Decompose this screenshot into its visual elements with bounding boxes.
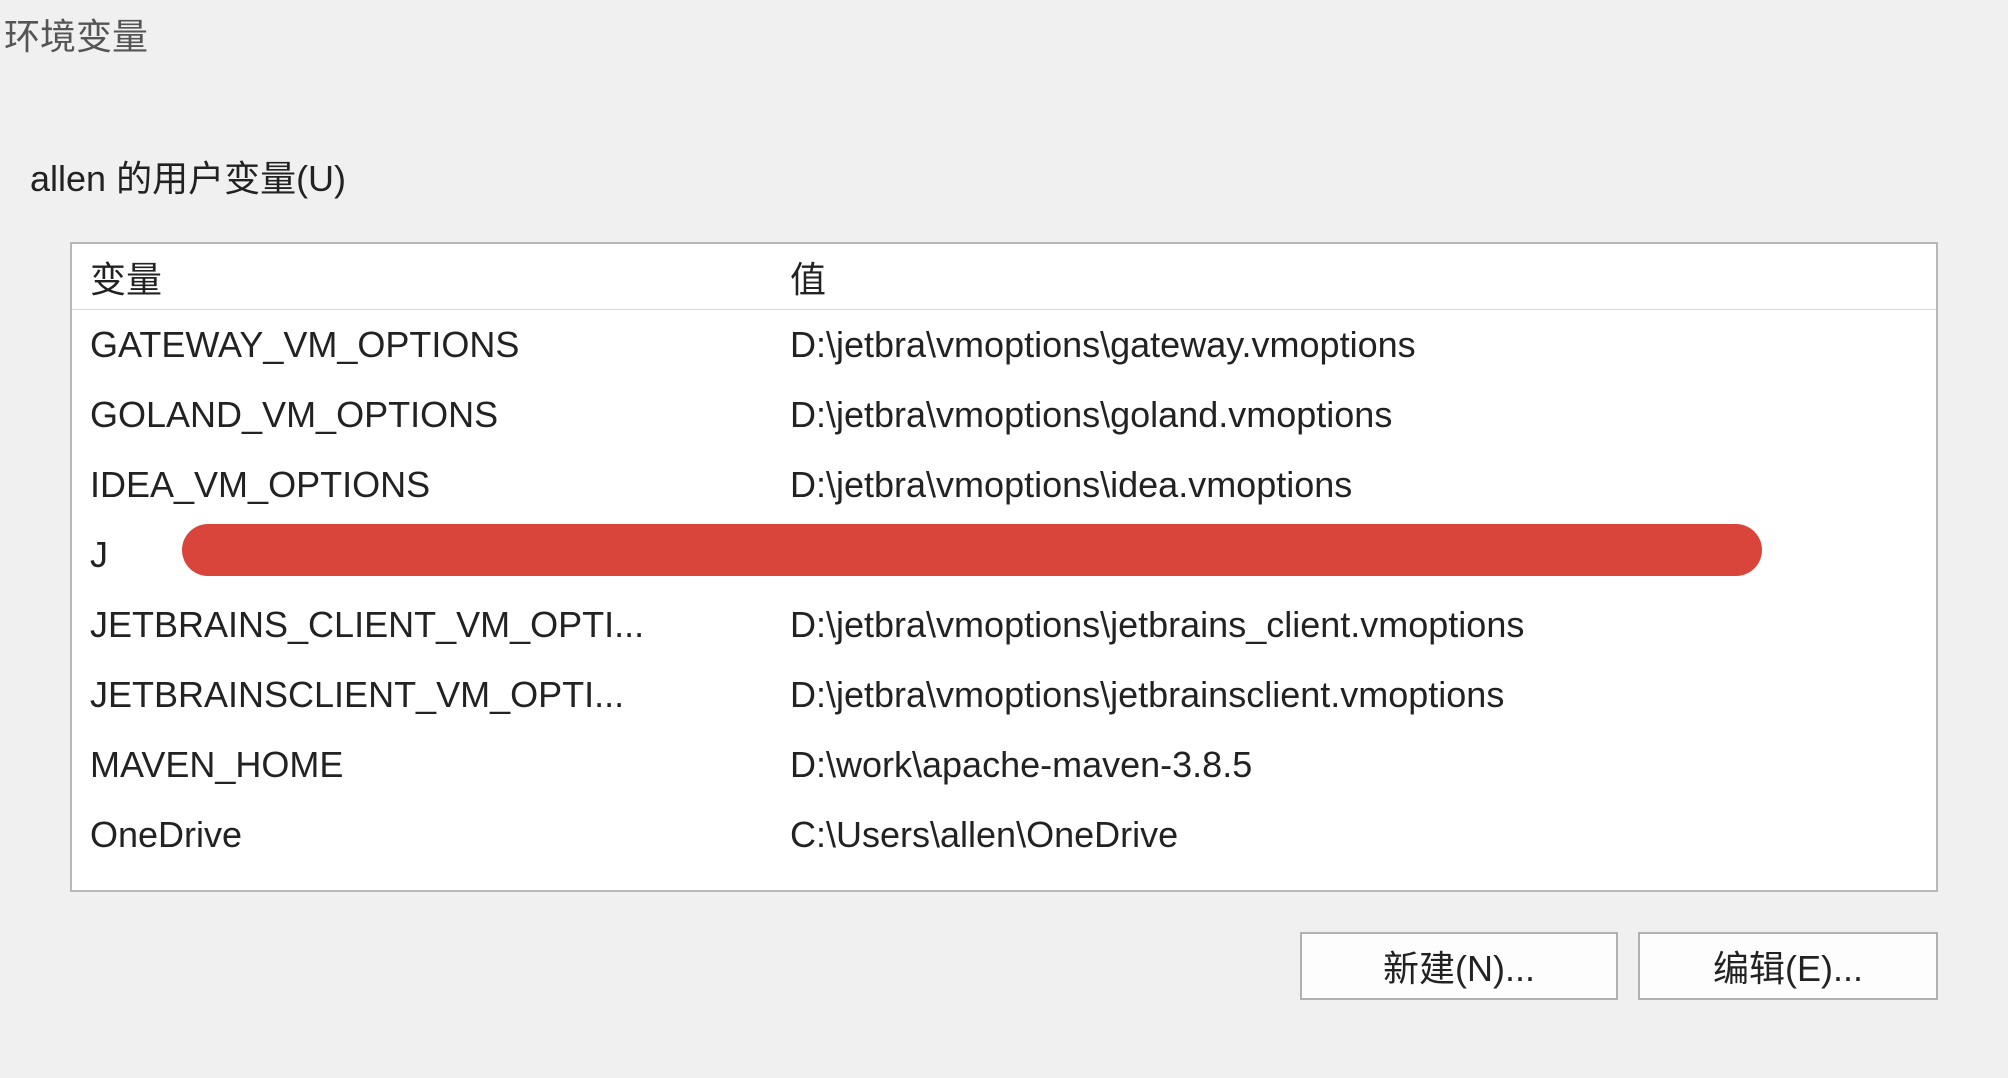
redaction-bar — [182, 524, 1762, 576]
variable-name-cell: OneDrive — [72, 806, 772, 864]
variable-name-cell: MAVEN_HOME — [72, 736, 772, 794]
variable-value-cell: D:\jetbra\vmoptions\idea.vmoptions — [772, 456, 1936, 514]
user-variables-section: allen 的用户变量(U) 变量 值 GATEWAY_VM_OPTIONSD:… — [0, 60, 2008, 1000]
window-title: 环境变量 — [0, 0, 2008, 60]
table-header: 变量 值 — [72, 244, 1936, 310]
table-row[interactable]: OneDriveC:\Users\allen\OneDrive — [72, 800, 1936, 870]
table-row[interactable]: MAVEN_HOMED:\work\apache-maven-3.8.5 — [72, 730, 1936, 800]
variable-value-cell: D:\jetbra\vmoptions\gateway.vmoptions — [772, 316, 1936, 374]
table-body: GATEWAY_VM_OPTIONSD:\jetbra\vmoptions\ga… — [72, 310, 1936, 870]
variable-name-cell: JETBRAINSCLIENT_VM_OPTI... — [72, 666, 772, 724]
section-label: allen 的用户变量(U) — [30, 150, 1978, 202]
variable-value-cell: D:\jetbra\vmoptions\jetbrainsclient.vmop… — [772, 666, 1936, 724]
variable-name-cell: IDEA_VM_OPTIONS — [72, 456, 772, 514]
table-row[interactable]: GOLAND_VM_OPTIONSD:\jetbra\vmoptions\gol… — [72, 380, 1936, 450]
environment-variables-dialog: 环境变量 allen 的用户变量(U) 变量 值 GATEWAY_VM_OPTI… — [0, 0, 2008, 1078]
table-row[interactable]: IDEA_VM_OPTIONSD:\jetbra\vmoptions\idea.… — [72, 450, 1936, 520]
variable-value-cell: D:\jetbra\vmoptions\jetbrains_client.vmo… — [772, 596, 1936, 654]
variable-value-cell: C:\Users\allen\OneDrive — [772, 806, 1936, 864]
variables-table[interactable]: 变量 值 GATEWAY_VM_OPTIONSD:\jetbra\vmoptio… — [70, 242, 1938, 892]
header-variable-name[interactable]: 变量 — [72, 242, 772, 315]
header-variable-value[interactable]: 值 — [772, 242, 1936, 315]
variable-value-cell: D:\jetbra\vmoptions\goland.vmoptions — [772, 386, 1936, 444]
variable-name-cell: JETBRAINS_CLIENT_VM_OPTI... — [72, 596, 772, 654]
variable-value-cell: D:\work\apache-maven-3.8.5 — [772, 736, 1936, 794]
table-row[interactable]: GATEWAY_VM_OPTIONSD:\jetbra\vmoptions\ga… — [72, 310, 1936, 380]
edit-button[interactable]: 编辑(E)... — [1638, 932, 1938, 1000]
variable-name-cell: GOLAND_VM_OPTIONS — [72, 386, 772, 444]
table-row[interactable]: JETBRAINS_CLIENT_VM_OPTI...D:\jetbra\vmo… — [72, 590, 1936, 660]
variable-name-cell: GATEWAY_VM_OPTIONS — [72, 316, 772, 374]
table-row[interactable]: JETBRAINSCLIENT_VM_OPTI...D:\jetbra\vmop… — [72, 660, 1936, 730]
button-row: 新建(N)... 编辑(E)... — [30, 932, 1938, 1000]
new-button[interactable]: 新建(N)... — [1300, 932, 1618, 1000]
table-row[interactable]: J — [72, 520, 1936, 590]
